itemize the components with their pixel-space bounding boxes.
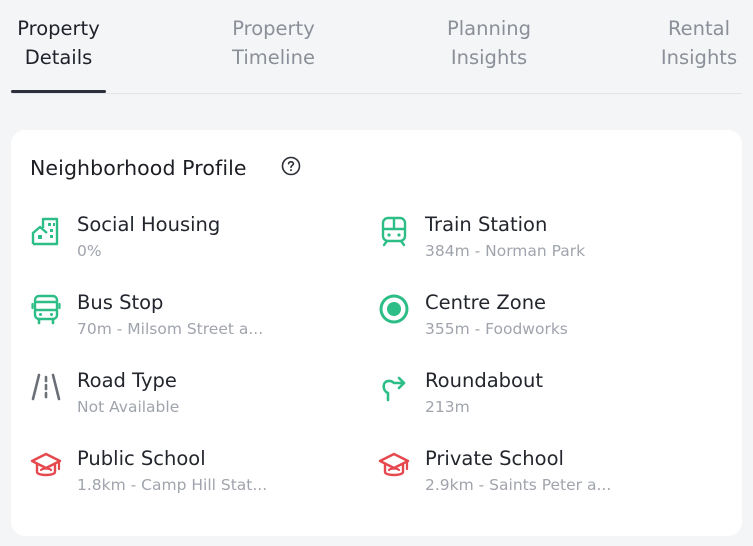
help-icon[interactable] [281,156,301,176]
item-label: Social Housing [77,213,221,236]
item-label: Private School [425,447,564,470]
item-value: Not Available [77,398,180,416]
neighborhood-item-social-housing: Social Housing 0% [30,211,360,267]
neighborhood-item-public-school: Public School 1.8km - Camp Hill Stat... [30,445,360,501]
neighborhood-item-bus-stop: Bus Stop 70m - Milsom Street a... [30,289,360,345]
building-icon [31,217,59,246]
item-label: Centre Zone [425,291,547,314]
tab-label: Property Timeline [232,17,315,69]
neighborhood-item-roundabout: Roundabout 213m [378,367,708,423]
roundabout-icon [382,376,406,402]
road-icon [31,373,61,401]
train-icon [381,216,407,247]
item-value: 2.9km - Saints Peter a... [425,476,612,494]
tab-property-details[interactable]: Property Details [11,14,106,76]
item-label: Roundabout [425,369,543,392]
tab-label: Property Details [17,17,100,69]
neighborhood-item-private-school: Private School 2.9km - Saints Peter a... [378,445,708,501]
tab-label: Planning Insights [447,17,531,69]
neighborhood-item-centre-zone: Centre Zone 355m - Foodworks [378,289,708,345]
item-value: 355m - Foodworks [425,320,568,338]
bus-icon [31,294,61,325]
item-value: 1.8km - Camp Hill Stat... [77,476,268,494]
neighborhood-item-train-station: Train Station 384m - Norman Park [378,211,708,267]
card-title: Neighborhood Profile [30,156,247,180]
neighborhood-profile-card: Neighborhood Profile Social Housing 0% T… [11,130,742,536]
item-label: Bus Stop [77,291,164,314]
tab-bar: Property Details Property Timeline Plann… [0,0,753,94]
tab-rental-insights[interactable]: Rental Insights [648,14,750,76]
target-icon [379,294,409,324]
tab-property-timeline[interactable]: Property Timeline [216,14,331,76]
item-value: 213m [425,398,470,416]
item-label: Public School [77,447,206,470]
graduation-cap-icon [30,452,62,477]
item-label: Train Station [425,213,548,236]
tab-planning-insights[interactable]: Planning Insights [434,14,544,76]
item-value: 384m - Norman Park [425,242,586,260]
item-value: 70m - Milsom Street a... [77,320,264,338]
tab-label: Rental Insights [660,17,738,69]
item-value: 0% [77,242,102,260]
tab-divider [11,93,742,94]
neighborhood-item-road-type: Road Type Not Available [30,367,360,423]
graduation-cap-icon [378,452,410,477]
item-label: Road Type [77,369,177,392]
